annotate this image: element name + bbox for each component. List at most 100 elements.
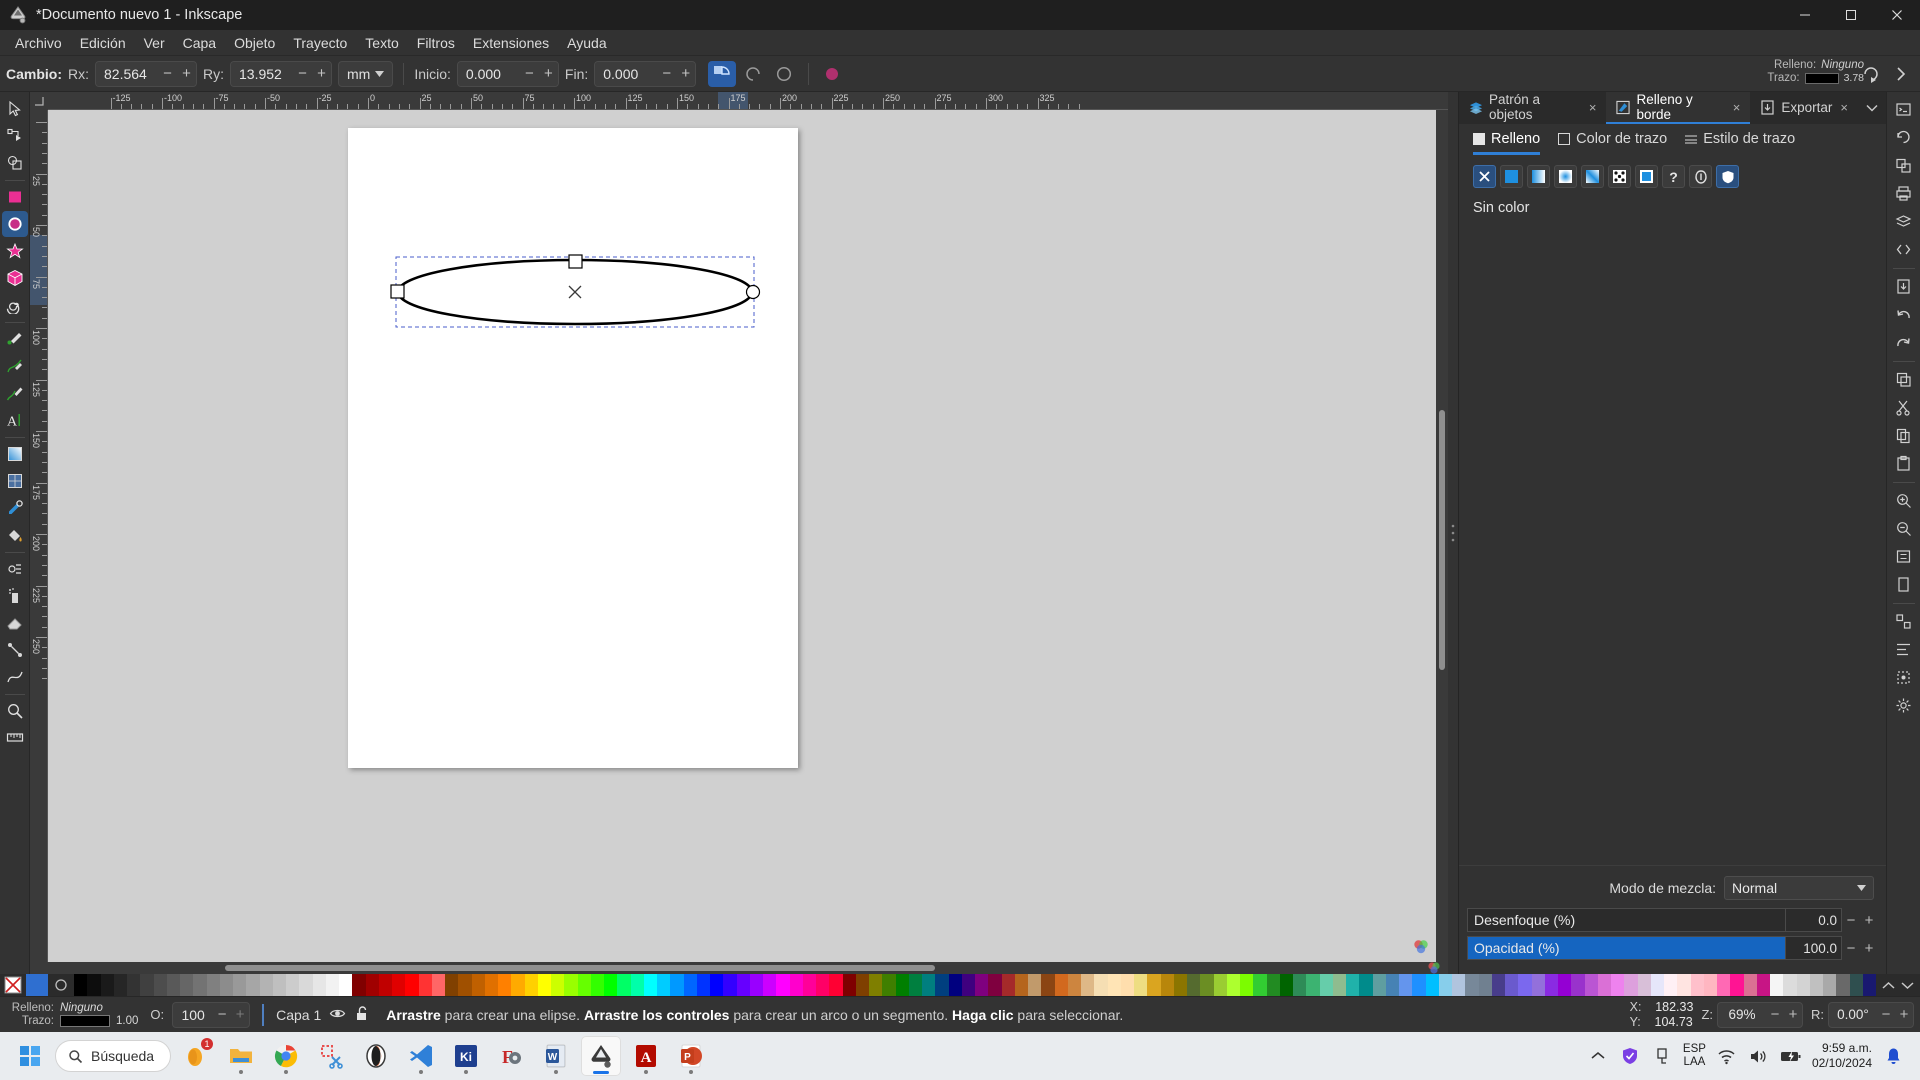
left-square-handle[interactable] [390,284,405,299]
palette-swatch[interactable] [1611,974,1625,996]
taskbar-search[interactable]: Búsqueda [55,1040,172,1072]
redo-rail-button[interactable] [1890,329,1918,355]
file-explorer-app-button[interactable] [221,1036,261,1076]
stroke-color-swatch[interactable] [1804,72,1839,84]
flat-color-button[interactable] [1500,165,1523,188]
palette-swatch[interactable] [378,974,392,996]
box3d-tool[interactable] [2,265,28,291]
palette-swatch[interactable] [140,974,154,996]
cut-button[interactable] [1890,394,1918,420]
top-center-square-handle[interactable] [568,254,583,269]
palette-swatch[interactable] [948,974,962,996]
no-paint-button[interactable] [1473,165,1496,188]
palette-swatch[interactable] [1717,974,1731,996]
gradient-tool[interactable] [2,441,28,467]
objects-button[interactable] [1890,152,1918,178]
text-tool[interactable]: A [2,407,28,433]
palette-swatch[interactable] [696,974,710,996]
palette-swatch[interactable] [1359,974,1373,996]
palette-swatch[interactable] [1770,974,1784,996]
palette-swatch[interactable] [484,974,498,996]
palette-swatch[interactable] [1372,974,1386,996]
unit-selector[interactable]: mm [338,60,394,87]
reset-shape-button[interactable] [819,61,845,87]
zoom-spinner[interactable]: 69% − + [1717,1001,1803,1028]
rx-decrement[interactable]: − [158,61,177,86]
chrome-app-button[interactable] [266,1036,306,1076]
palette-swatch[interactable] [1823,974,1837,996]
palette-swatch[interactable] [74,974,88,996]
horizontal-scroll-thumb[interactable] [225,965,935,971]
palette-swatch[interactable] [352,974,366,996]
blur-value[interactable]: 0.0 [1786,908,1842,932]
rotation-decrement[interactable]: − [1877,1003,1895,1027]
palette-none-swatch[interactable] [0,974,26,996]
palette-swatch[interactable] [180,974,194,996]
drawing-canvas[interactable] [48,110,1436,962]
layer-visibility-toggle[interactable] [329,1005,346,1025]
palette-swatch[interactable] [961,974,975,996]
vertical-scrollbar[interactable] [1436,110,1448,962]
group-button[interactable] [1890,608,1918,634]
palette-swatches[interactable] [74,974,1876,996]
inkscape-app-button[interactable] [581,1036,622,1076]
palette-swatch[interactable] [683,974,697,996]
palette-swatch[interactable] [1213,974,1227,996]
layer-lock-toggle[interactable] [354,1005,370,1025]
palette-swatch[interactable] [299,974,313,996]
palette-swatch[interactable] [908,974,922,996]
palette-swatch[interactable] [127,974,141,996]
horizontal-scrollbar[interactable] [30,962,1420,974]
opacity-slider[interactable]: Opacidad (%) [1467,936,1786,960]
blur-increment[interactable]: + [1860,908,1878,932]
palette-swatch[interactable] [1041,974,1055,996]
boolean-tool[interactable] [2,150,28,176]
paint-order-button[interactable] [1716,165,1739,188]
palette-swatch[interactable] [1809,974,1823,996]
menu-trayecto[interactable]: Trayecto [284,32,356,54]
snap-toggle-button[interactable] [1858,61,1884,87]
palette-swatch[interactable] [405,974,419,996]
dropper-tool[interactable] [2,495,28,521]
usb-tray-button[interactable] [1651,1045,1673,1067]
palette-swatch[interactable] [723,974,737,996]
arc-slice-mode-button[interactable] [708,60,737,87]
taskbar-clock[interactable]: 9:59 a.m. 02/10/2024 [1812,1041,1872,1071]
palette-swatch[interactable] [895,974,909,996]
palette-swatch[interactable] [710,974,724,996]
palette-swatch[interactable] [855,974,869,996]
palette-menu-button[interactable] [1901,977,1914,993]
radial-gradient-button[interactable] [1554,165,1577,188]
palette-swatch[interactable] [1743,974,1757,996]
palette-swatch[interactable] [1836,974,1850,996]
rotation-increment[interactable]: + [1895,1003,1913,1027]
palette-swatch[interactable] [1597,974,1611,996]
horizontal-ruler[interactable]: -125 -100 -75 -50 -25 0 25 50 75 100 125 150 175 200 2… [48,92,1448,110]
ellipse-tool[interactable] [1,211,28,237]
palette-swatch[interactable] [1452,974,1466,996]
zoom-page-button[interactable] [1890,571,1918,597]
swatch-button[interactable] [1635,165,1658,188]
undo-history-button[interactable] [1890,124,1918,150]
palette-swatch[interactable] [670,974,684,996]
battery-tray-button[interactable] [1780,1045,1802,1067]
zoom-value[interactable]: 69% [1718,1007,1766,1022]
canvas-rotate-lock[interactable] [1420,962,1448,974]
palette-swatch[interactable] [1200,974,1214,996]
palette-swatch[interactable] [1293,974,1307,996]
mesh-tool[interactable] [2,468,28,494]
end-increment[interactable]: + [676,61,696,86]
tweak-tool[interactable] [2,556,28,582]
ry-value[interactable]: 13.952 [231,61,293,86]
undo-rail-button[interactable] [1890,301,1918,327]
menu-extensiones[interactable]: Extensiones [464,32,558,54]
palette-swatch[interactable] [657,974,671,996]
palette-swatch[interactable] [1438,974,1452,996]
palette-swatch[interactable] [1703,974,1717,996]
palette-swatch[interactable] [219,974,233,996]
powerpoint-app-button[interactable]: P [671,1036,711,1076]
palette-swatch[interactable] [1505,974,1519,996]
palette-swatch[interactable] [1094,974,1108,996]
palette-swatch[interactable] [365,974,379,996]
palette-swatch[interactable] [1584,974,1598,996]
